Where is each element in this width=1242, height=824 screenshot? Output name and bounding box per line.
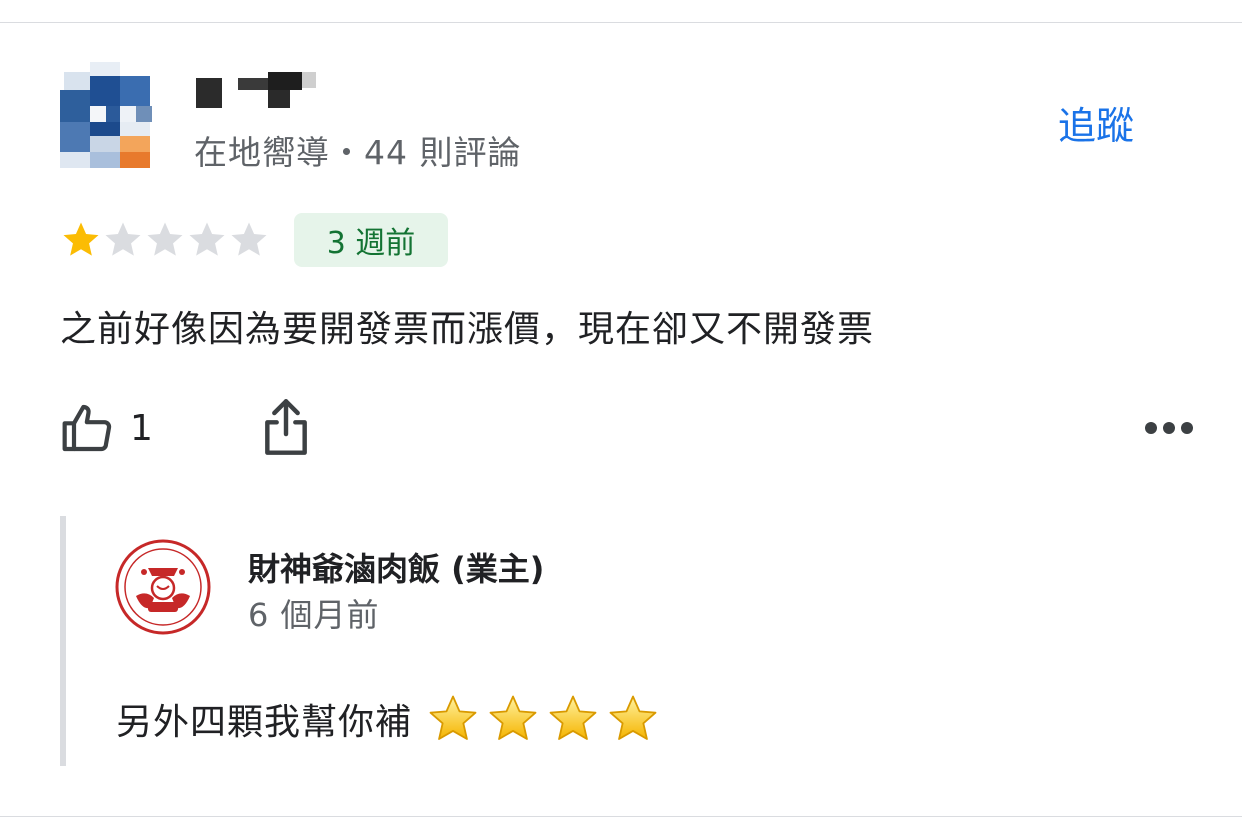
follow-button[interactable]: 追蹤 — [1058, 95, 1134, 150]
star-empty-icon — [231, 222, 267, 256]
more-horizontal-icon — [1145, 422, 1193, 434]
more-options-button[interactable] — [1136, 408, 1202, 448]
reply-indent-bar — [60, 516, 66, 766]
like-count: 1 — [130, 407, 153, 449]
thumbs-up-icon — [62, 404, 112, 452]
owner-logo — [114, 538, 212, 636]
share-button[interactable] — [258, 396, 314, 458]
bottom-divider — [0, 816, 1242, 817]
star-filled-icon — [63, 222, 99, 256]
star-empty-icon — [105, 222, 141, 256]
star-empty-icon — [189, 222, 225, 256]
owner-name: 財神爺滷肉飯 (業主) — [248, 550, 545, 588]
reviewer-meta: 在地嚮導・44 則評論 — [194, 133, 522, 172]
share-icon — [265, 399, 307, 455]
reviewer-name-redacted[interactable] — [194, 70, 324, 110]
star-emoji-icon — [489, 695, 537, 740]
star-emojis — [426, 692, 660, 746]
like-button[interactable]: 1 — [60, 398, 170, 458]
top-divider — [0, 22, 1242, 23]
star-emoji-icon — [429, 695, 477, 740]
owner-reply-body: 另外四顆我幫你補 — [116, 692, 660, 746]
star-emoji-icon — [549, 695, 597, 740]
star-rating — [60, 219, 270, 261]
reviewer-avatar[interactable] — [60, 62, 156, 170]
review-time-badge: 3 週前 — [294, 213, 448, 267]
owner-reply-time: 6 個月前 — [248, 596, 380, 634]
star-empty-icon — [147, 222, 183, 256]
review-text: 之前好像因為要開發票而漲價，現在卻又不開發票 — [60, 309, 875, 350]
star-emoji-icon — [609, 695, 657, 740]
owner-reply-text: 另外四顆我幫你補 — [116, 702, 413, 743]
